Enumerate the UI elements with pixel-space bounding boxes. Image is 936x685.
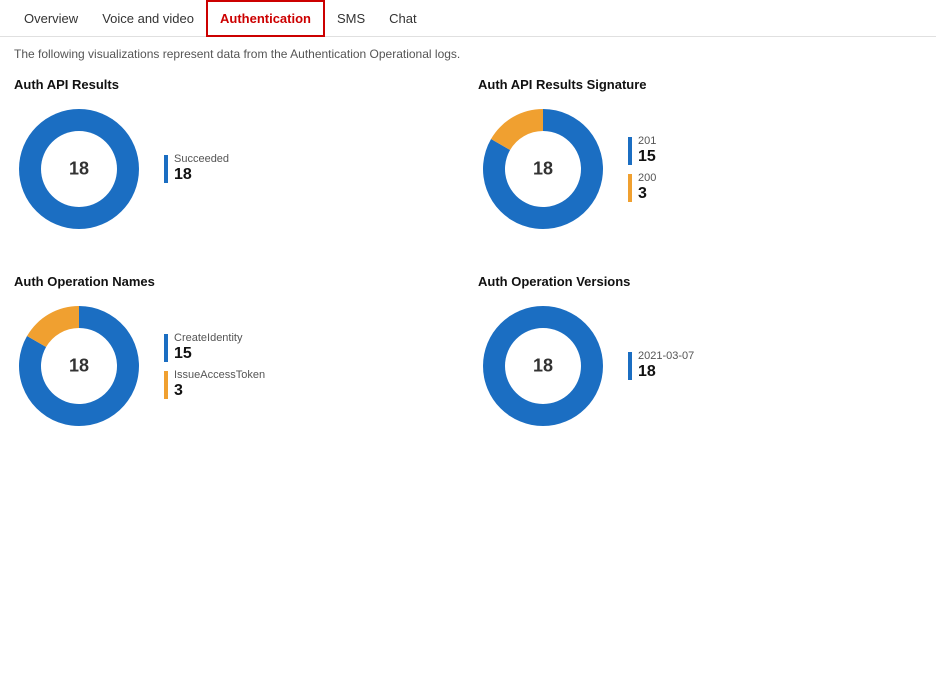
- legend-color-bar: [164, 371, 168, 399]
- auth-api-results-donut: 18: [14, 104, 144, 234]
- auth-api-results-signature-body: 18 20115 2003: [478, 104, 922, 234]
- legend-value: 18: [638, 362, 694, 381]
- legend-item: IssueAccessToken3: [164, 369, 265, 400]
- auth-operation-versions-title: Auth Operation Versions: [478, 274, 922, 289]
- tab-overview[interactable]: Overview: [12, 0, 90, 37]
- legend-name: IssueAccessToken: [174, 369, 265, 381]
- charts-grid: Auth API Results 18Succeeded18Auth API R…: [14, 77, 922, 431]
- auth-operation-versions-donut: 18: [478, 301, 608, 431]
- legend-color-bar: [164, 334, 168, 362]
- legend-item: CreateIdentity15: [164, 332, 265, 363]
- auth-operation-versions-center-value: 18: [533, 356, 553, 377]
- auth-operation-names-title: Auth Operation Names: [14, 274, 458, 289]
- auth-api-results-signature: Auth API Results Signature 18 20115 2003: [478, 77, 922, 234]
- legend-name: 200: [638, 172, 656, 184]
- auth-operation-versions-body: 182021-03-0718: [478, 301, 922, 431]
- legend-color-bar: [164, 155, 168, 183]
- auth-api-results-signature-donut: 18: [478, 104, 608, 234]
- page-description: The following visualizations represent d…: [0, 37, 936, 67]
- tab-sms[interactable]: SMS: [325, 0, 377, 37]
- auth-api-results-body: 18Succeeded18: [14, 104, 458, 234]
- auth-operation-versions-legend: 2021-03-0718: [628, 350, 694, 381]
- tab-chat[interactable]: Chat: [377, 0, 428, 37]
- auth-api-results-title: Auth API Results: [14, 77, 458, 92]
- auth-api-results-signature-center-value: 18: [533, 159, 553, 180]
- auth-operation-versions: Auth Operation Versions 182021-03-0718: [478, 274, 922, 431]
- auth-operation-names: Auth Operation Names 18 CreateIdentity15 Is…: [14, 274, 458, 431]
- tab-authentication[interactable]: Authentication: [206, 0, 325, 37]
- legend-color-bar: [628, 352, 632, 380]
- legend-value: 3: [174, 381, 265, 400]
- legend-value: 15: [174, 344, 242, 363]
- legend-value: 15: [638, 147, 656, 166]
- legend-item: 2003: [628, 172, 656, 203]
- auth-operation-names-body: 18 CreateIdentity15 IssueAccessToken3: [14, 301, 458, 431]
- legend-color-bar: [628, 174, 632, 202]
- legend-item: Succeeded18: [164, 153, 229, 184]
- legend-name: Succeeded: [174, 153, 229, 165]
- auth-operation-names-donut: 18: [14, 301, 144, 431]
- legend-value: 18: [174, 165, 229, 184]
- auth-api-results: Auth API Results 18Succeeded18: [14, 77, 458, 234]
- legend-value: 3: [638, 184, 656, 203]
- legend-name: 2021-03-07: [638, 350, 694, 362]
- legend-name: 201: [638, 135, 656, 147]
- legend-name: CreateIdentity: [174, 332, 242, 344]
- auth-api-results-center-value: 18: [69, 159, 89, 180]
- auth-api-results-signature-title: Auth API Results Signature: [478, 77, 922, 92]
- nav-tabs: OverviewVoice and videoAuthenticationSMS…: [0, 0, 936, 37]
- auth-api-results-legend: Succeeded18: [164, 153, 229, 184]
- auth-operation-names-center-value: 18: [69, 356, 89, 377]
- legend-item: 20115: [628, 135, 656, 166]
- tab-voice-and-video[interactable]: Voice and video: [90, 0, 206, 37]
- content-area: Auth API Results 18Succeeded18Auth API R…: [0, 67, 936, 441]
- auth-api-results-signature-legend: 20115 2003: [628, 135, 656, 203]
- legend-color-bar: [628, 137, 632, 165]
- auth-operation-names-legend: CreateIdentity15 IssueAccessToken3: [164, 332, 265, 400]
- legend-item: 2021-03-0718: [628, 350, 694, 381]
